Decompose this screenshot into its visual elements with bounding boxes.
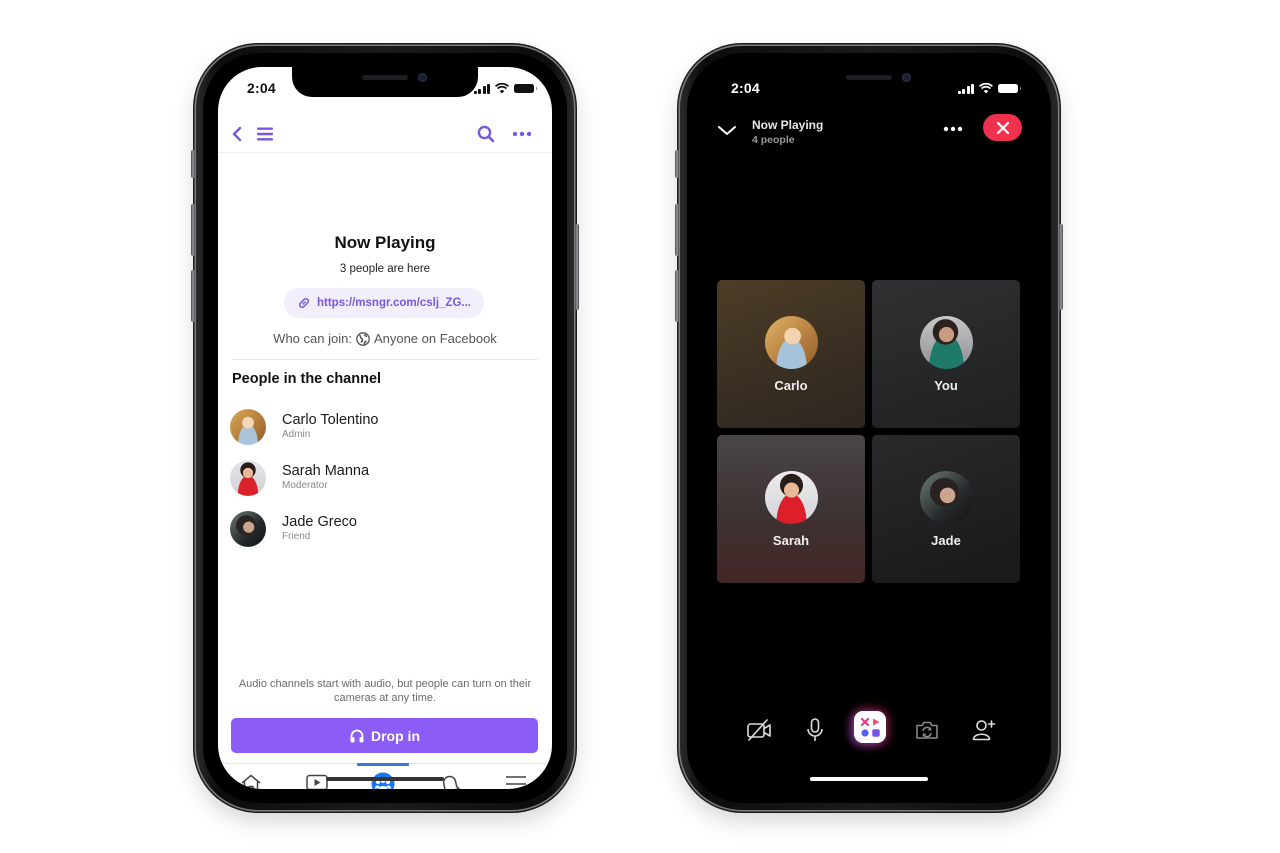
person-row[interactable]: Jade Greco Friend	[230, 503, 540, 554]
volume-up-button	[675, 204, 679, 256]
activities-button[interactable]	[854, 711, 886, 743]
wifi-icon	[495, 83, 509, 94]
invite-link-text: https://msngr.com/cslj_ZG...	[316, 297, 471, 309]
phone-left: 2:04 Now Playing 3 people are here https…	[191, 46, 579, 810]
participant-tile[interactable]: Sarah	[717, 435, 865, 583]
add-person-button[interactable]	[969, 715, 999, 745]
call-title: Now Playing	[752, 118, 824, 132]
menu-icon	[506, 776, 526, 785]
active-tab-indicator	[357, 763, 409, 766]
participant-tile[interactable]: Carlo	[717, 280, 865, 428]
avatar	[230, 408, 266, 445]
home-icon	[241, 774, 261, 789]
home-indicator[interactable]	[810, 777, 928, 781]
battery-icon	[998, 84, 1021, 93]
person-name: Jade Greco	[282, 514, 357, 530]
end-call-button[interactable]	[983, 114, 1022, 141]
search-icon[interactable]	[475, 123, 497, 145]
mute-switch	[675, 150, 679, 178]
tab-menu[interactable]	[498, 768, 534, 789]
people-section-heading: People in the channel	[232, 371, 382, 387]
person-role: Admin	[282, 429, 311, 440]
add-person-icon	[972, 720, 996, 741]
call-participant-count: 4 people	[752, 134, 795, 146]
avatar	[764, 315, 818, 369]
headphones-icon	[350, 729, 364, 742]
hamburger-icon[interactable]	[254, 123, 276, 145]
who-can-join-label: Who can join:	[273, 331, 352, 346]
participant-name: You	[934, 377, 958, 393]
volume-up-button	[191, 204, 195, 256]
person-row[interactable]: Sarah Manna Moderator	[230, 452, 540, 503]
square-shape-icon	[871, 728, 880, 737]
power-button	[575, 224, 579, 310]
mute-switch	[191, 150, 195, 178]
person-row[interactable]: Carlo Tolentino Admin	[230, 401, 540, 452]
participant-name: Sarah	[772, 532, 810, 548]
globe-icon	[356, 331, 370, 346]
person-role: Friend	[282, 531, 311, 542]
call-screen: 2:04 Now Playing 4 people Carlo You Sara…	[702, 67, 1036, 789]
phone-right: 2:04 Now Playing 4 people Carlo You Sara…	[675, 46, 1063, 810]
person-name: Carlo Tolentino	[282, 412, 379, 428]
people-list: Carlo Tolentino Admin Sarah Manna Modera…	[230, 401, 540, 554]
drop-in-button[interactable]: Drop in	[231, 718, 538, 753]
call-controls	[702, 711, 1036, 751]
person-role: Moderator	[282, 480, 328, 491]
person-name: Sarah Manna	[282, 463, 370, 479]
flip-camera-button[interactable]	[912, 715, 942, 745]
avatar	[919, 315, 973, 369]
participant-name: Jade	[931, 532, 961, 548]
notch	[776, 67, 962, 97]
wifi-icon	[979, 83, 993, 94]
bottom-tab-bar	[218, 763, 552, 789]
drop-in-label: Drop in	[371, 727, 420, 744]
chevron-left-icon[interactable]	[226, 123, 248, 145]
channel-info-screen: 2:04 Now Playing 3 people are here https…	[218, 67, 552, 789]
top-nav	[218, 115, 552, 153]
tab-home[interactable]	[233, 768, 269, 789]
audio-channel-note: Audio channels start with audio, but peo…	[238, 678, 532, 704]
more-horizontal-icon[interactable]	[511, 123, 533, 145]
microphone-icon	[807, 718, 823, 741]
chevron-down-icon[interactable]	[716, 119, 738, 141]
avatar	[230, 459, 266, 496]
avatar	[764, 470, 818, 524]
notch	[292, 67, 478, 97]
participant-tile[interactable]: Jade	[872, 435, 1020, 583]
who-can-join[interactable]: Who can join: Anyone on Facebook	[218, 331, 552, 346]
call-header: Now Playing 4 people	[702, 111, 1036, 151]
close-icon	[996, 121, 1009, 134]
microphone-button[interactable]	[800, 715, 830, 745]
room-member-count: 3 people are here	[339, 263, 431, 275]
bell-icon	[442, 775, 460, 789]
participant-name: Carlo	[774, 377, 808, 393]
avatar	[919, 470, 973, 524]
home-indicator[interactable]	[326, 777, 444, 781]
invite-link[interactable]: https://msngr.com/cslj_ZG...	[284, 288, 484, 318]
play-shape-icon	[872, 718, 879, 725]
divider	[232, 359, 538, 360]
room-title: Now Playing	[334, 233, 436, 252]
participant-tile[interactable]: You	[872, 280, 1020, 428]
power-button	[1059, 224, 1063, 310]
activities-icon	[860, 717, 869, 726]
flip-camera-icon	[916, 721, 938, 739]
status-time: 2:04	[731, 80, 760, 96]
link-icon	[299, 298, 309, 308]
video-play-icon	[306, 774, 328, 789]
volume-down-button	[191, 270, 195, 322]
volume-down-button	[675, 270, 679, 322]
camera-off-button[interactable]	[744, 715, 774, 745]
more-horizontal-icon[interactable]	[942, 120, 964, 138]
camera-off-icon	[747, 719, 771, 741]
who-can-join-value: Anyone on Facebook	[373, 331, 497, 346]
circle-shape-icon	[860, 728, 869, 737]
status-time: 2:04	[247, 80, 276, 96]
battery-icon	[514, 84, 537, 93]
avatar	[230, 510, 266, 547]
